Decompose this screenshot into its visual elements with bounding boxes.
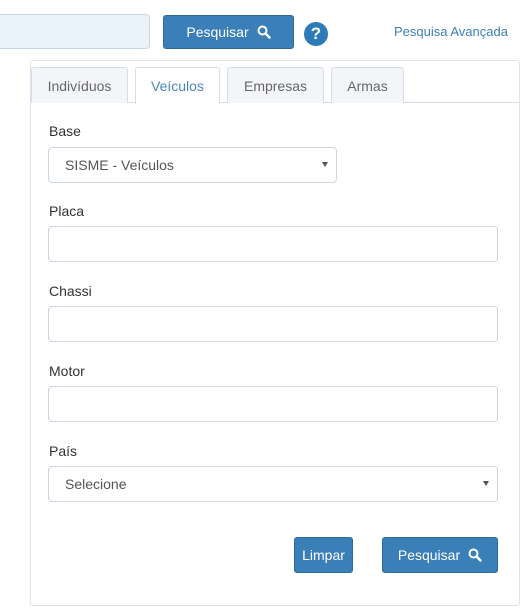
clear-button[interactable]: Limpar [294,537,353,573]
motor-field[interactable] [48,386,498,422]
search-icon [257,25,271,39]
chevron-down-icon [483,481,489,486]
header-search-label: Pesquisar [186,24,249,40]
placa-label: Placa [49,203,85,219]
motor-label: Motor [49,363,85,379]
help-icon[interactable]: ? [304,22,328,46]
top-search-field[interactable] [0,14,150,49]
chassi-field[interactable] [48,306,498,342]
base-select[interactable]: SISME - Veículos [48,147,337,183]
chassi-label: Chassi [49,283,92,299]
search-icon [468,548,482,562]
tab-bar: Indivíduos Veículos Empresas Armas [31,67,519,104]
header-search-button[interactable]: Pesquisar [163,15,294,49]
tab-veiculos[interactable]: Veículos [135,67,220,104]
search-panel: Indivíduos Veículos Empresas Armas Base … [30,60,520,606]
pais-label: País [49,443,78,459]
pais-select[interactable]: Selecione [48,466,498,502]
search-button[interactable]: Pesquisar [382,537,498,573]
pais-selected-value: Selecione [65,476,127,492]
tab-armas[interactable]: Armas [331,67,404,103]
search-button-label: Pesquisar [397,547,461,563]
clear-button-label: Limpar [302,547,345,563]
placa-field[interactable] [48,226,498,262]
base-label: Base [49,123,81,139]
tab-individuos[interactable]: Indivíduos [31,67,128,103]
chevron-down-icon [322,162,328,167]
advanced-search-link[interactable]: Pesquisa Avançada [394,24,508,39]
base-selected-value: SISME - Veículos [65,157,174,173]
tab-empresas[interactable]: Empresas [227,67,324,103]
